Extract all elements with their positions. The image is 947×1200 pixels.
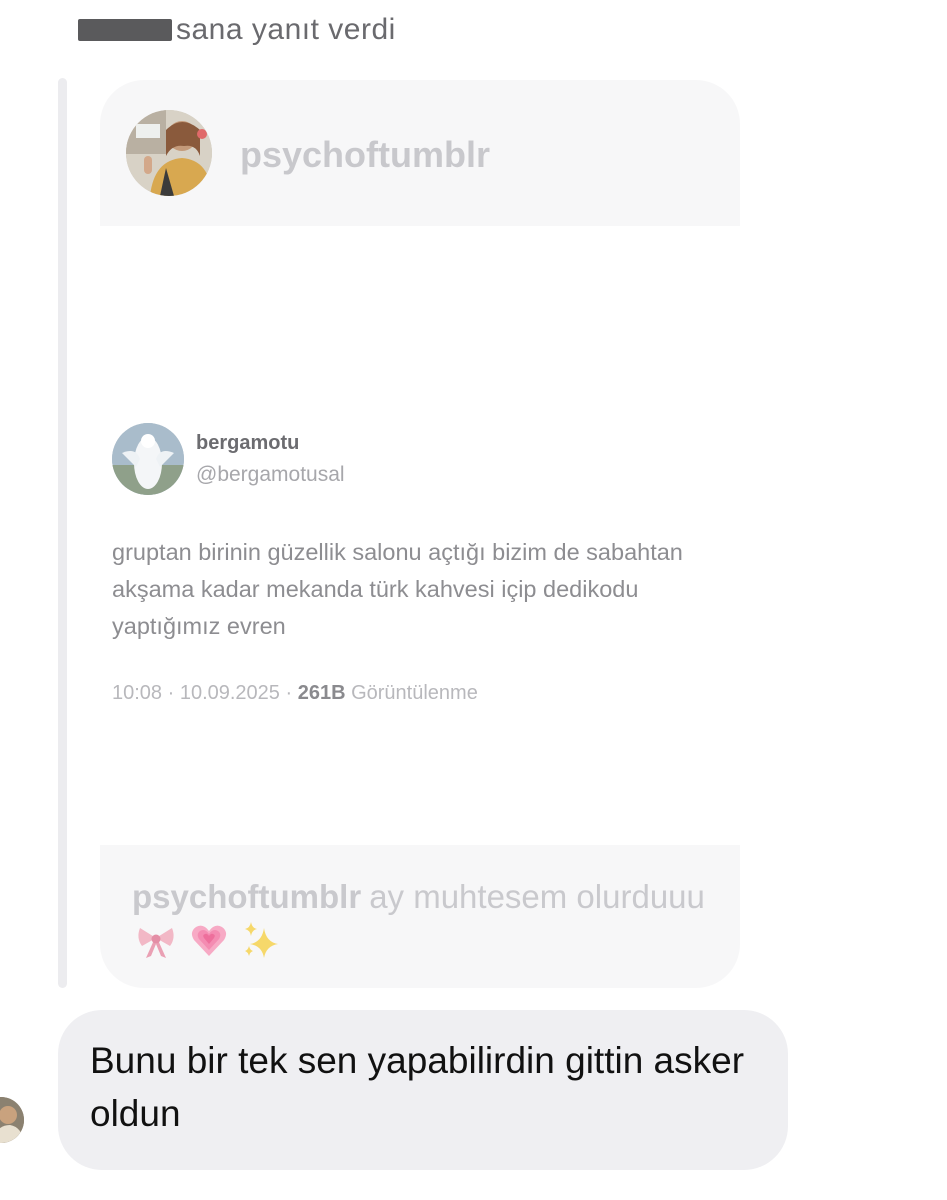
story-caption: psychoftumblr ay muhtesem olurduuu: [132, 875, 708, 963]
tweet-views-label: Görüntülenme: [345, 682, 478, 704]
sparkles-icon: [245, 922, 279, 958]
tweet-author-handle: @bergamotusal: [196, 463, 345, 486]
redacted-username: [78, 19, 172, 41]
reply-header: sana yanıt verdi: [78, 10, 396, 50]
tweet-text: gruptan birinin güzellik salonu açtığı b…: [112, 539, 683, 639]
tweet-timestamp: 10:08 · 10.09.2025 ·: [112, 682, 298, 704]
story-username[interactable]: psychoftumblr: [240, 134, 490, 176]
story-avatar[interactable]: [126, 110, 212, 196]
sender-avatar[interactable]: [0, 1097, 24, 1143]
tweet-meta: 10:08 · 10.09.2025 · 261B Görüntülenme: [112, 682, 478, 705]
tweet-avatar: [112, 423, 184, 495]
tweet-view-count: 261B: [297, 682, 346, 704]
tweet-author-name: bergamotu: [196, 432, 300, 454]
reply-header-text: sana yanıt verdi: [176, 13, 396, 46]
caption-username: psychoftumblr: [132, 878, 362, 915]
reply-thread-line: [58, 78, 67, 988]
growing-heart-icon: [192, 925, 227, 956]
message-bubble[interactable]: Bunu bir tek sen yapabilirdin gittin ask…: [58, 1010, 788, 1170]
message-text: Bunu bir tek sen yapabilirdin gittin ask…: [90, 1040, 745, 1134]
caption-text: ay muhtesem olurduuu: [369, 878, 705, 915]
ribbon-icon: [138, 928, 174, 958]
story-caption-card[interactable]: psychoftumblr ay muhtesem olurduuu: [100, 845, 740, 988]
